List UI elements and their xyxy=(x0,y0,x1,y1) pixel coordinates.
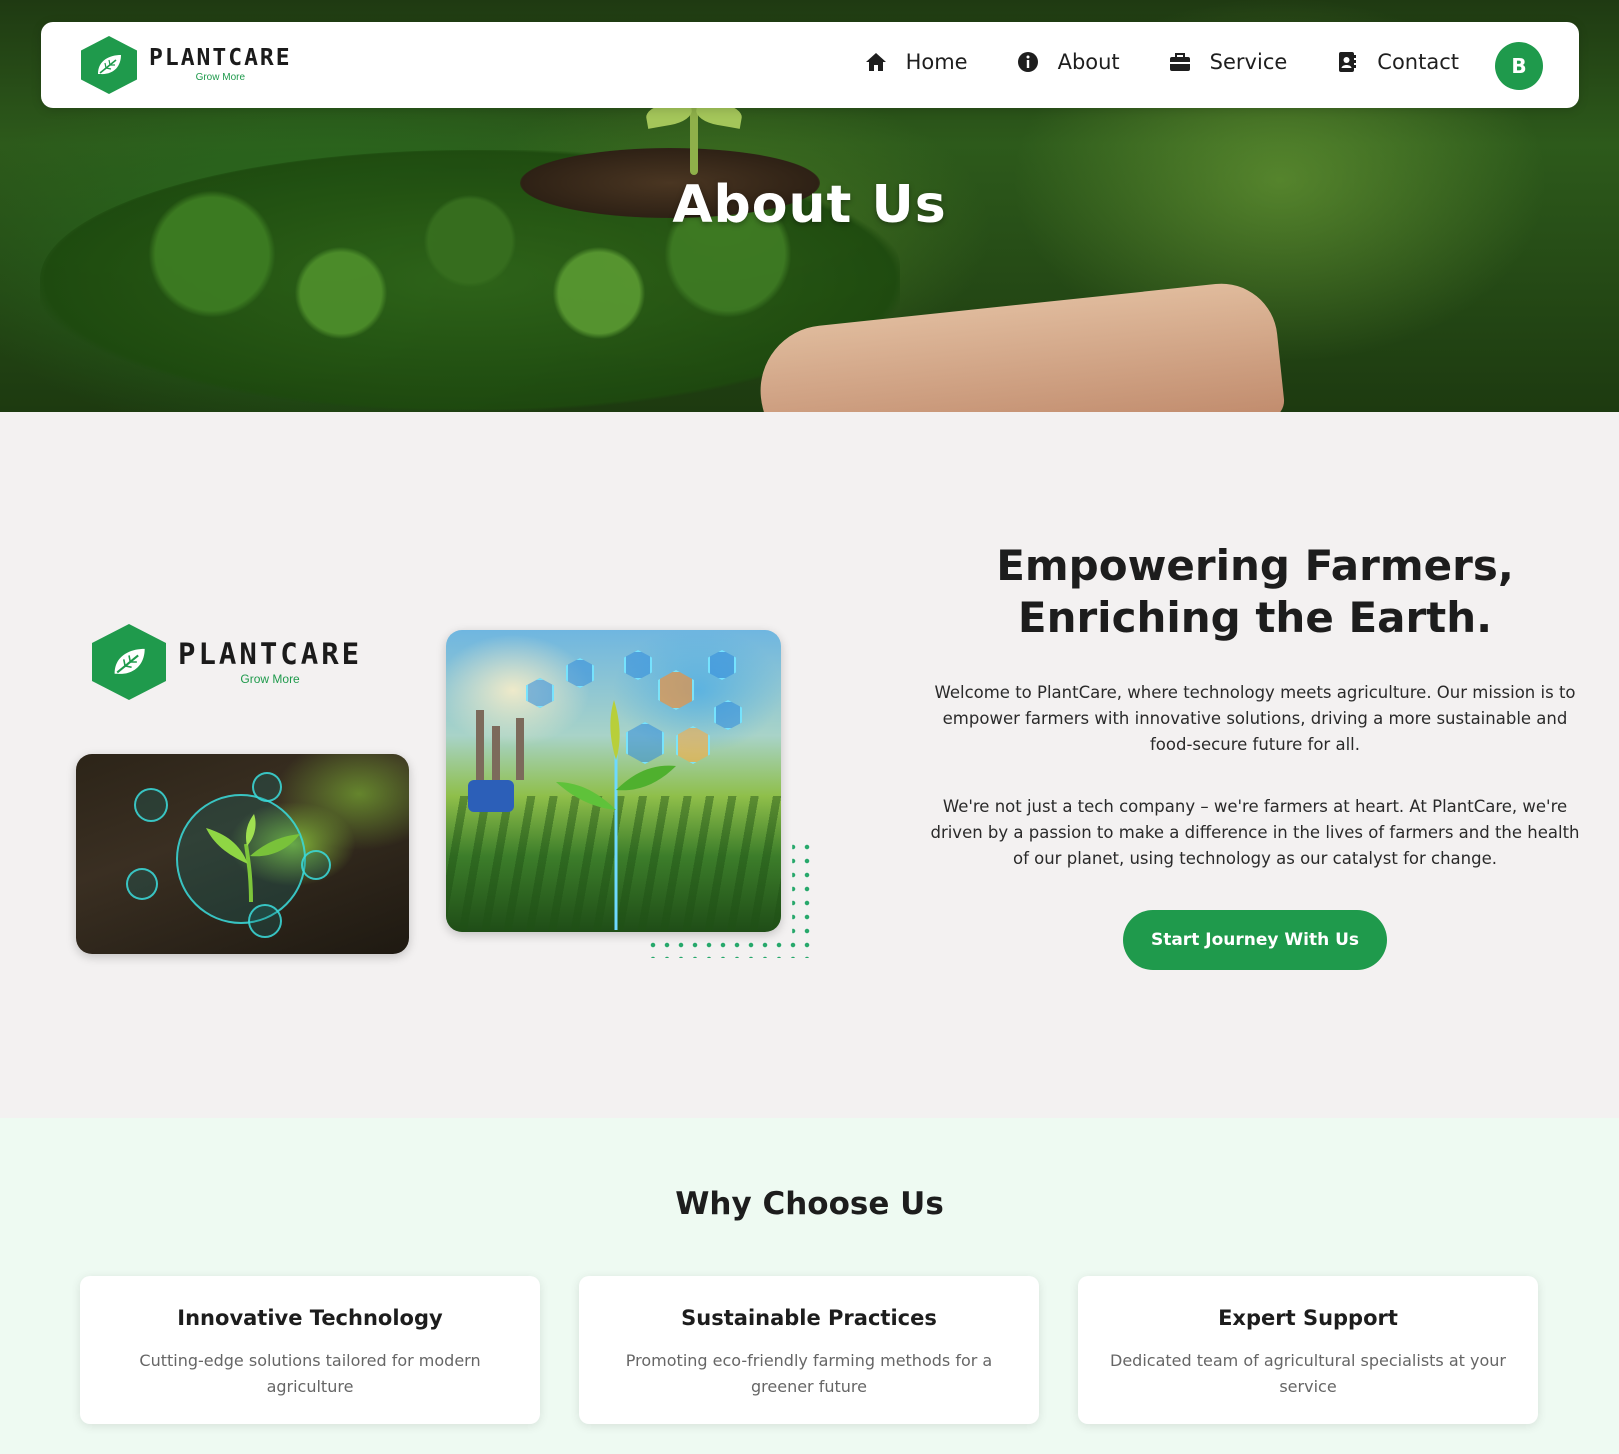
feature-card-title: Expert Support xyxy=(1218,1306,1398,1330)
tech-hex xyxy=(708,650,736,680)
brand-name: PLANTCARE xyxy=(178,636,363,671)
tech-node xyxy=(248,904,282,938)
leaf-icon xyxy=(92,624,166,700)
tech-hex xyxy=(714,700,742,730)
seedling-icon xyxy=(206,814,300,903)
smart-farming-image xyxy=(446,630,781,932)
why-choose-us-section: Why Choose Us Innovative Technology Cutt… xyxy=(0,1118,1619,1454)
nav-item-label: Contact xyxy=(1377,50,1459,74)
feature-card-description: Promoting eco-friendly farming methods f… xyxy=(625,1351,993,1396)
factory-chimney xyxy=(492,726,500,780)
about-heading-line2: Enriching the Earth. xyxy=(1017,593,1493,642)
brand-name: PLANTCARE xyxy=(149,45,292,71)
brand-logo[interactable]: PLANTCARE Grow More xyxy=(81,36,292,94)
nav-item-label: Home xyxy=(905,50,968,74)
brand-tagline: Grow More xyxy=(240,671,300,686)
factory-chimney xyxy=(516,718,524,780)
tech-node xyxy=(252,772,282,802)
about-paragraph-mission: Welcome to PlantCare, where technology m… xyxy=(934,683,1576,754)
feature-card-description: Cutting-edge solutions tailored for mode… xyxy=(139,1351,481,1396)
page-title: About Us xyxy=(672,175,947,235)
nav-item-label: About xyxy=(1057,50,1120,74)
feature-card-description: Dedicated team of agricultural specialis… xyxy=(1110,1351,1506,1396)
about-heading-line1: Empowering Farmers, xyxy=(996,541,1514,590)
nav-item-service[interactable]: Service xyxy=(1168,50,1288,74)
tech-hex xyxy=(566,658,594,688)
about-brand-logo: PLANTCARE Grow More xyxy=(92,624,362,700)
tech-node xyxy=(134,788,168,822)
start-journey-button[interactable]: Start Journey With Us xyxy=(1123,910,1387,970)
feature-card-innovative-technology: Innovative Technology Cutting-edge solut… xyxy=(80,1276,540,1424)
home-icon xyxy=(864,50,888,74)
briefcase-icon xyxy=(1168,50,1192,74)
user-avatar[interactable]: B xyxy=(1495,42,1543,90)
tractor xyxy=(468,780,514,812)
feature-card-title: Sustainable Practices xyxy=(681,1306,937,1330)
nav-item-contact[interactable]: Contact xyxy=(1335,50,1459,74)
about-paragraph-story: We're not just a tech company – we're fa… xyxy=(930,797,1580,868)
about-content: Empowering Farmers, Enriching the Earth.… xyxy=(930,540,1580,970)
seedling-tech-image xyxy=(76,754,409,954)
nav-menu: Home About Service Contact xyxy=(864,50,1459,74)
tech-hex xyxy=(624,650,652,680)
top-navbar: PLANTCARE Grow More Home About Service C… xyxy=(41,22,1579,108)
feature-card-sustainable-practices: Sustainable Practices Promoting eco-frie… xyxy=(579,1276,1039,1424)
brand-tagline: Grow More xyxy=(195,72,246,83)
nav-item-label: Service xyxy=(1209,50,1288,74)
why-choose-us-heading: Why Choose Us xyxy=(675,1186,944,1222)
contact-book-icon xyxy=(1335,50,1359,74)
feature-card-expert-support: Expert Support Dedicated team of agricul… xyxy=(1078,1276,1538,1424)
about-heading: Empowering Farmers, Enriching the Earth. xyxy=(930,540,1580,644)
leaf-icon xyxy=(81,36,137,94)
tech-node xyxy=(126,868,158,900)
info-icon xyxy=(1016,50,1040,74)
about-section: PLANTCARE Grow More Empowering Farmers, … xyxy=(0,412,1619,1118)
corn-plant-icon xyxy=(556,700,676,930)
feature-card-title: Innovative Technology xyxy=(177,1306,443,1330)
nav-item-about[interactable]: About xyxy=(1016,50,1120,74)
tech-hex xyxy=(526,678,554,708)
factory-chimney xyxy=(476,710,484,780)
nav-item-home[interactable]: Home xyxy=(864,50,968,74)
tech-hex xyxy=(676,726,710,764)
